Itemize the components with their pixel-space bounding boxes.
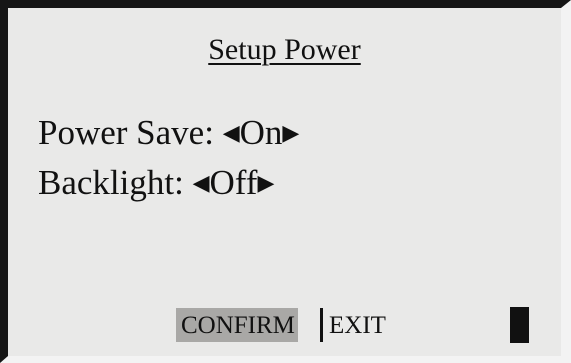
page-title: Setup Power [208, 33, 361, 66]
confirm-button[interactable]: CONFIRM [176, 308, 298, 342]
power-save-right-arrow-icon[interactable]: ▶ [282, 113, 299, 153]
power-save-label: Power Save: [38, 113, 214, 152]
exit-button[interactable]: EXIT [329, 308, 386, 342]
device-screen: Setup Power Power Save: ◀On▶ Backlight: … [0, 0, 571, 363]
softkey-bar: CONFIRM EXIT [8, 305, 561, 345]
softkey-divider [320, 308, 323, 342]
backlight-right-arrow-icon[interactable]: ▶ [257, 163, 274, 203]
backlight-value[interactable]: Off [209, 163, 257, 202]
backlight-label: Backlight: [38, 163, 184, 202]
power-save-value[interactable]: On [240, 113, 283, 152]
power-save-left-arrow-icon[interactable]: ◀ [223, 113, 240, 153]
backlight-left-arrow-icon[interactable]: ◀ [193, 163, 210, 203]
battery-icon [510, 307, 529, 343]
setting-row-power-save[interactable]: Power Save: ◀On▶ [38, 113, 299, 153]
setting-row-backlight[interactable]: Backlight: ◀Off▶ [38, 163, 274, 203]
